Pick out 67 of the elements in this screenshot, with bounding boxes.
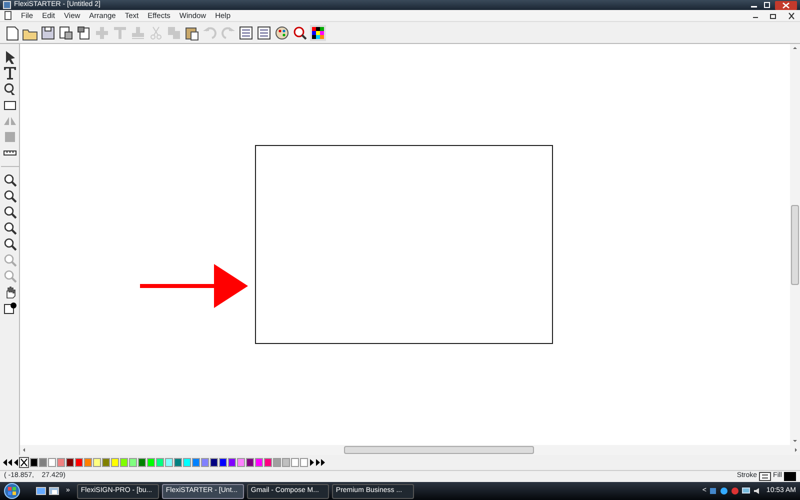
scrollbar-thumb[interactable] xyxy=(791,204,799,284)
no-color-swatch[interactable] xyxy=(19,457,29,468)
color-swatch[interactable] xyxy=(30,458,38,467)
scrollbar-thumb[interactable] xyxy=(344,446,534,454)
zoom-icon[interactable] xyxy=(2,205,16,219)
color-swatch[interactable] xyxy=(120,458,128,467)
color-grid-icon[interactable] xyxy=(310,24,326,40)
color-swatch[interactable] xyxy=(300,458,308,467)
scroll-up-icon[interactable] xyxy=(791,44,799,52)
last-page-icon[interactable] xyxy=(316,458,325,467)
restore-icon[interactable] xyxy=(769,12,778,20)
document-icon[interactable] xyxy=(4,11,12,20)
color-swatch[interactable] xyxy=(210,458,218,467)
maximize-icon[interactable] xyxy=(762,1,772,9)
color-swatch[interactable] xyxy=(273,458,281,467)
color-swatch[interactable] xyxy=(84,458,92,467)
monitor-icon[interactable] xyxy=(742,487,750,495)
clipboard-icon[interactable] xyxy=(184,24,200,40)
window-switch-icon[interactable] xyxy=(49,486,59,496)
start-orb-icon[interactable] xyxy=(4,483,20,499)
page-icon[interactable] xyxy=(4,24,20,40)
color-swatch[interactable] xyxy=(102,458,110,467)
text-tool-icon[interactable] xyxy=(2,66,16,80)
color-swatch[interactable] xyxy=(291,458,299,467)
fill-color-icon[interactable] xyxy=(2,301,16,315)
zoom-icon[interactable] xyxy=(2,221,16,235)
sheet-icon[interactable] xyxy=(238,24,254,40)
color-swatch[interactable] xyxy=(237,458,245,467)
color-swatch[interactable] xyxy=(255,458,263,467)
rectangle-icon[interactable] xyxy=(2,98,16,112)
next-icon[interactable] xyxy=(309,458,315,467)
palette-icon[interactable] xyxy=(274,24,290,40)
import-icon[interactable] xyxy=(58,24,74,40)
color-swatch[interactable] xyxy=(147,458,155,467)
color-swatch[interactable] xyxy=(219,458,227,467)
color-swatch[interactable] xyxy=(183,458,191,467)
speaker-icon[interactable] xyxy=(753,487,762,495)
color-swatch[interactable] xyxy=(156,458,164,467)
zoom-icon[interactable] xyxy=(2,173,16,187)
color-swatch[interactable] xyxy=(138,458,146,467)
first-page-icon[interactable] xyxy=(3,458,12,467)
color-swatch[interactable] xyxy=(93,458,101,467)
zoom-icon[interactable] xyxy=(2,237,16,251)
color-swatch[interactable] xyxy=(48,458,56,467)
color-swatch[interactable] xyxy=(192,458,200,467)
stroke-swatch xyxy=(759,472,772,481)
color-swatch[interactable] xyxy=(282,458,290,467)
color-swatch[interactable] xyxy=(57,458,65,467)
desktop-icon[interactable] xyxy=(36,486,46,496)
color-swatch[interactable] xyxy=(264,458,272,467)
fill-swatch xyxy=(784,472,796,481)
export-icon[interactable] xyxy=(76,24,92,40)
color-swatch[interactable] xyxy=(129,458,137,467)
color-swatch[interactable] xyxy=(165,458,173,467)
color-swatch[interactable] xyxy=(228,458,236,467)
color-swatch[interactable] xyxy=(75,458,83,467)
color-swatch[interactable] xyxy=(39,458,47,467)
color-swatch[interactable] xyxy=(201,458,209,467)
close-icon[interactable] xyxy=(787,12,796,20)
color-swatch[interactable] xyxy=(174,458,182,467)
color-swatch[interactable] xyxy=(246,458,254,467)
color-swatch[interactable] xyxy=(111,458,119,467)
close-icon[interactable] xyxy=(775,0,797,10)
zoom-icon[interactable] xyxy=(2,189,16,203)
sheet-icon[interactable] xyxy=(256,24,272,40)
magnifier-icon[interactable] xyxy=(292,24,308,40)
color-swatch[interactable] xyxy=(66,458,74,467)
